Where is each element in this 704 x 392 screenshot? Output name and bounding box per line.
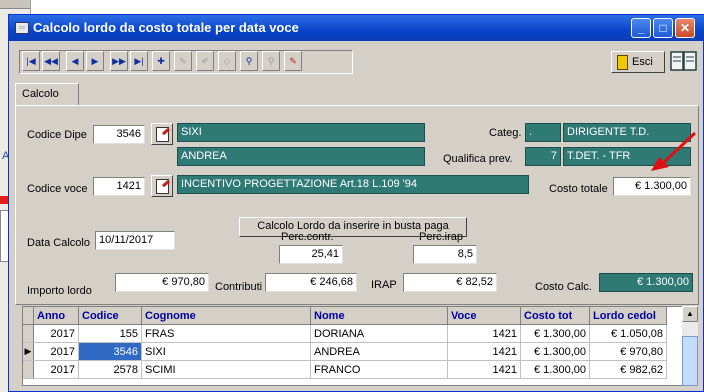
row-indicator-header [23, 307, 34, 325]
irap-label: IRAP [371, 279, 397, 291]
costo-totale-field[interactable]: € 1.300,00 [613, 177, 691, 196]
exit-door-icon [617, 55, 628, 70]
data-calcolo-label: Data Calcolo [27, 237, 90, 249]
column-header[interactable]: Cognome [141, 307, 311, 325]
nome-field: ANDREA [177, 147, 425, 166]
cell-cognome: SIXI [141, 342, 311, 361]
codice-voce-field[interactable]: 1421 [93, 177, 145, 196]
lookup-dipendente-button[interactable] [151, 123, 173, 145]
clear-filter-button[interactable]: ✎ [284, 51, 302, 71]
cell-voce: 1421 [447, 360, 521, 379]
cell-lordo-cedol: € 1.050,08 [589, 324, 667, 343]
table-header-row: Anno Codice Cognome Nome Voce Costo tot … [23, 307, 667, 325]
cell-anno: 2017 [33, 360, 79, 379]
cell-anno: 2017 [33, 342, 79, 361]
column-header[interactable]: Voce [447, 307, 521, 325]
voce-desc-field: INCENTIVO PROGETTAZIONE Art.18 L.109 '94 [177, 175, 529, 194]
column-header[interactable]: Anno [33, 307, 79, 325]
app-icon: ▭ [15, 22, 29, 34]
search-button[interactable]: ⚲ [240, 51, 258, 71]
cell-lordo-cedol: € 982,62 [589, 360, 667, 379]
tab-calcolo-label: Calcolo [22, 88, 59, 100]
cell-nome: FRANCO [310, 360, 448, 379]
window-title: Calcolo lordo da costo totale per data v… [33, 20, 299, 35]
cell-costo-tot: € 1.300,00 [520, 324, 590, 343]
categ-label: Categ. [489, 127, 522, 139]
toolbar: |◀ ◀◀ ◀ ▶ ▶▶ ▶| ✚ ✎ ✐ ◇ ⚲ ⚲ ✎ Esci [13, 45, 699, 74]
irap-field[interactable]: € 82,52 [403, 273, 497, 292]
esci-button[interactable]: Esci [611, 51, 665, 73]
cell-cognome: FRAS [141, 324, 311, 343]
edit-record-button[interactable]: ✎ [174, 51, 192, 71]
tab-calcolo[interactable]: Calcolo [15, 83, 79, 105]
importo-lordo-field[interactable]: € 970,80 [115, 273, 209, 292]
last-record-button[interactable]: ▶| [130, 51, 148, 71]
cell-codice: 2578 [78, 360, 142, 379]
prev-record-button[interactable]: ◀ [66, 51, 84, 71]
row-indicator[interactable] [23, 324, 34, 343]
qualifica-code-field: 7 [525, 147, 561, 166]
copy-record-button[interactable]: ✐ [196, 51, 214, 71]
contributi-label: Contributi [215, 281, 263, 293]
next-record-button[interactable]: ▶ [86, 51, 104, 71]
row-indicator[interactable] [23, 360, 34, 379]
cell-costo-tot: € 1.300,00 [520, 360, 590, 379]
scroll-thumb[interactable] [682, 336, 698, 386]
maximize-button[interactable]: □ [653, 18, 673, 38]
table-row[interactable]: 2017 2578 SCIMI FRANCO 1421 € 1.300,00 €… [23, 360, 667, 379]
codice-voce-label: Codice voce [27, 183, 88, 195]
contributi-field[interactable]: € 246,68 [265, 273, 357, 292]
lookup-voce-button[interactable] [151, 175, 173, 197]
cell-anno: 2017 [33, 324, 79, 343]
nav-toolbar-group: |◀ ◀◀ ◀ ▶ ▶▶ ▶| ✚ ✎ ✐ ◇ ⚲ ⚲ ✎ [19, 50, 353, 74]
grid-vertical-scrollbar[interactable]: ▲ [682, 306, 698, 386]
cell-codice: 3546 [78, 342, 142, 361]
cell-costo-tot: € 1.300,00 [520, 342, 590, 361]
prev-page-button[interactable]: ◀◀ [42, 51, 60, 71]
cell-voce: 1421 [447, 324, 521, 343]
perc-irap-field[interactable]: 8,5 [413, 245, 477, 264]
first-record-button[interactable]: |◀ [22, 51, 40, 71]
qualifica-prev-label: Qualifica prev. [443, 153, 513, 165]
book-icon[interactable] [669, 49, 699, 73]
costo-calc-label: Costo Calc. [535, 281, 592, 293]
minimize-button[interactable]: _ [631, 18, 651, 38]
column-header[interactable]: Codice [78, 307, 142, 325]
costo-calc-field: € 1.300,00 [599, 273, 693, 292]
records-grid: Anno Codice Cognome Nome Voce Costo tot … [22, 306, 698, 386]
codice-dipe-field[interactable]: 3546 [93, 125, 145, 144]
scroll-up-arrow-icon[interactable]: ▲ [682, 306, 698, 322]
data-calcolo-field[interactable]: 10/11/2017 [95, 231, 175, 250]
table-row[interactable]: 2017 155 FRAS DORIANA 1421 € 1.300,00 € … [23, 324, 667, 343]
perc-irap-label: Perc.irap [419, 231, 464, 243]
next-page-button[interactable]: ▶▶ [110, 51, 128, 71]
filter-button[interactable]: ⚲ [262, 51, 280, 71]
column-header[interactable]: Costo tot [520, 307, 590, 325]
costo-totale-label: Costo totale [549, 183, 608, 195]
cognome-field: SIXI [177, 123, 425, 142]
perc-contr-field[interactable]: 25,41 [279, 245, 343, 264]
column-header[interactable]: Nome [310, 307, 448, 325]
records-table: Anno Codice Cognome Nome Voce Costo tot … [23, 307, 667, 379]
importo-lordo-label: Importo lordo [27, 285, 92, 297]
codice-dipe-label: Codice Dipe [27, 129, 87, 141]
esci-label: Esci [632, 56, 653, 68]
annotation-arrow-icon [651, 131, 697, 171]
cell-codice: 155 [78, 324, 142, 343]
cell-lordo-cedol: € 970,80 [589, 342, 667, 361]
cell-nome: ANDREA [310, 342, 448, 361]
close-button[interactable]: ✕ [675, 18, 695, 38]
background-titlebar [0, 0, 30, 9]
column-header[interactable]: Lordo cedol [589, 307, 667, 325]
cell-cognome: SCIMI [141, 360, 311, 379]
cell-voce: 1421 [447, 342, 521, 361]
table-row-selected[interactable]: ▶ 2017 3546 SIXI ANDREA 1421 € 1.300,00 … [23, 342, 667, 361]
perc-contr-label: Perc.contr. [281, 231, 334, 243]
row-indicator[interactable]: ▶ [23, 342, 34, 361]
categ-code-field: . [525, 123, 561, 142]
new-record-button[interactable]: ✚ [152, 51, 170, 71]
cell-nome: DORIANA [310, 324, 448, 343]
delete-record-button[interactable]: ◇ [218, 51, 236, 71]
title-bar[interactable]: ▭ Calcolo lordo da costo totale per data… [9, 15, 704, 41]
